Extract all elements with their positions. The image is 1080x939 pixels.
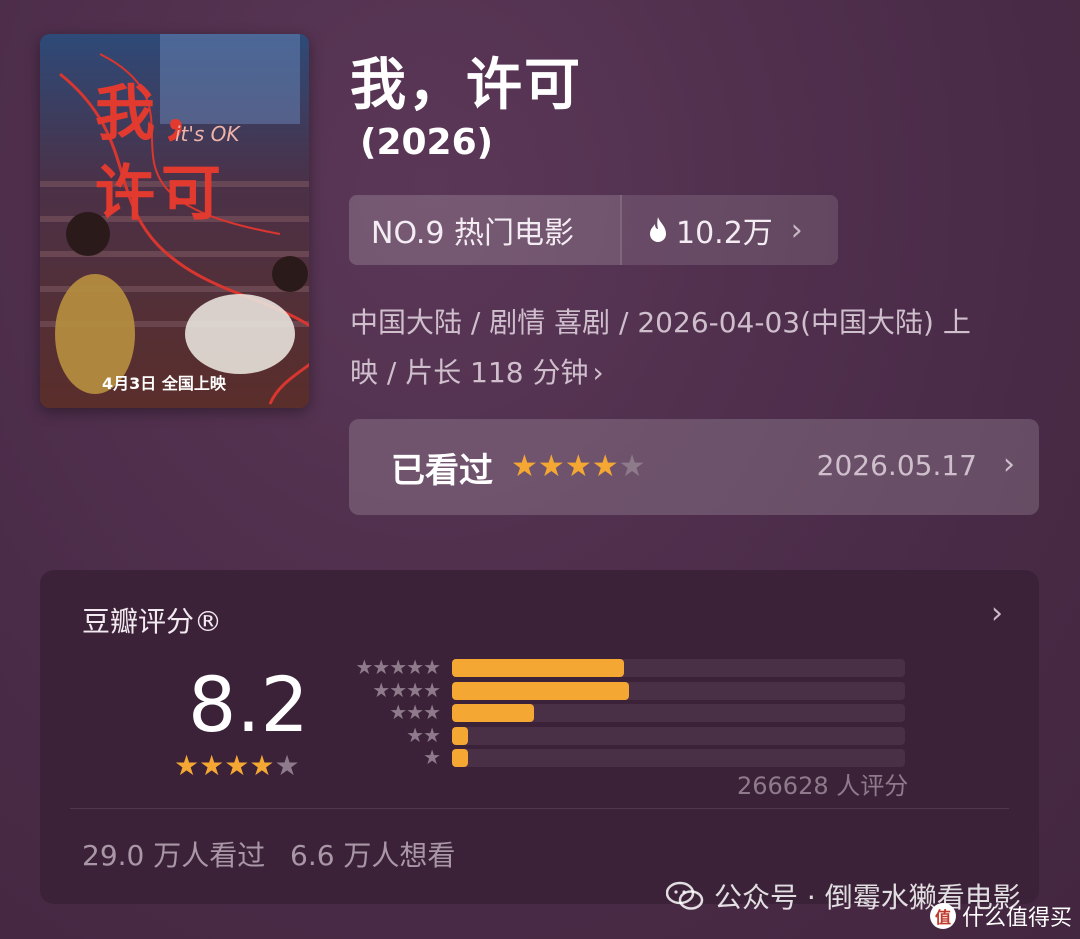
star-filled-icon: ★ xyxy=(224,749,250,782)
distribution-stars-icon: ★★ xyxy=(406,722,441,747)
flame-icon xyxy=(646,215,670,245)
rating-stars: ★ ★ ★ ★ ★ xyxy=(174,752,300,780)
meta-line-1: 中国大陆 / 剧情 喜剧 / 2026-04-03(中国大陆) 上 xyxy=(350,306,971,339)
distribution-bar-fill xyxy=(452,681,629,700)
distribution-bar-track xyxy=(452,659,905,677)
movie-poster[interactable]: 我，许可 it's OK 4月3日 全国上映 xyxy=(40,34,309,408)
star-filled-icon: ★ xyxy=(537,449,565,484)
movie-title: 我，许可 xyxy=(350,53,582,118)
rating-title: 豆瓣评分® xyxy=(82,605,223,638)
chevron-right-icon: › xyxy=(1003,447,1015,482)
star-filled-icon: ★ xyxy=(174,749,200,782)
distribution-stars-icon: ★★★★★ xyxy=(355,655,441,679)
chevron-right-icon[interactable]: › xyxy=(991,596,1003,631)
meta-line-2: 映 / 片长 118 分钟 xyxy=(350,356,589,389)
douban-rating-card[interactable]: 豆瓣评分® › 8.2 ★ ★ ★ ★ ★ ★★★★★ ★★★★ ★★★ ★★ ★ 266628… xyxy=(40,570,1039,904)
star-empty-icon: ★ xyxy=(274,749,300,782)
distribution-bar-track xyxy=(452,749,905,767)
meta-line-2-wrap: 映 / 片长 118 分钟 › xyxy=(350,348,1010,398)
distribution-bar-track xyxy=(452,704,905,722)
movie-meta[interactable]: 中国大陆 / 剧情 喜剧 / 2026-04-03(中国大陆) 上 映 / 片长… xyxy=(350,298,1010,398)
distribution-bar-fill xyxy=(452,749,468,767)
brand-text: 什么值得买 xyxy=(961,906,1072,931)
star-filled-icon: ★ xyxy=(564,449,592,484)
poster-subtitle: it's OK xyxy=(175,122,240,146)
distribution-bar-fill xyxy=(452,726,468,745)
star-filled-icon: ★ xyxy=(249,749,275,782)
distribution-stars-icon: ★ xyxy=(423,745,441,769)
star-filled-icon: ★ xyxy=(199,749,225,782)
brand-badge-icon: 值 xyxy=(929,903,956,929)
watched-status-bar[interactable]: 已看过 ★ ★ ★ ★ ★ 2026.05.17 › xyxy=(349,419,1039,515)
distribution-bar-track xyxy=(452,726,905,745)
distribution-bar-fill xyxy=(452,704,534,722)
chevron-right-icon: › xyxy=(790,212,803,248)
rating-score: 8.2 xyxy=(188,660,309,749)
movie-year: (2026) xyxy=(360,122,494,163)
ranking-label: NO.9 热门电影 xyxy=(349,195,622,265)
divider xyxy=(70,808,1009,809)
rating-count: 266628 人评分 xyxy=(737,772,909,800)
distribution-bar-track xyxy=(452,681,905,700)
poster-title: 我，许可 xyxy=(95,79,227,229)
distribution-row: ★★★★ xyxy=(340,677,960,702)
distribution-bar-fill xyxy=(452,659,625,677)
watched-count[interactable]: 29.0 万人看过 xyxy=(82,834,265,874)
heat-value: 10.2万 xyxy=(676,216,773,251)
star-filled-icon: ★ xyxy=(511,449,538,484)
chevron-right-icon: › xyxy=(592,356,604,389)
user-rating-stars: ★ ★ ★ ★ ★ xyxy=(511,452,646,482)
brand-logo: 值 什么值得买 xyxy=(929,900,1072,932)
distribution-row: ★★ xyxy=(340,722,960,747)
poster-release: 4月3日 全国上映 xyxy=(102,374,226,393)
rating-distribution: ★★★★★ ★★★★ ★★★ ★★ ★ xyxy=(340,655,960,771)
watched-date: 2026.05.17 xyxy=(816,449,977,482)
heat-section[interactable]: 10.2万 › xyxy=(622,195,838,265)
distribution-stars-icon: ★★★ xyxy=(389,700,441,724)
star-empty-icon: ★ xyxy=(618,449,646,484)
ranking-pill[interactable]: NO.9 热门电影 10.2万 › xyxy=(349,195,838,265)
star-filled-icon: ★ xyxy=(591,449,619,484)
distribution-stars-icon: ★★★★ xyxy=(372,677,441,702)
distribution-row: ★★★★★ xyxy=(340,655,960,679)
want-count[interactable]: 6.6 万人想看 xyxy=(290,834,455,874)
watched-label: 已看过 xyxy=(391,450,493,491)
distribution-row: ★★★ xyxy=(340,700,960,724)
wechat-icon xyxy=(665,881,704,911)
